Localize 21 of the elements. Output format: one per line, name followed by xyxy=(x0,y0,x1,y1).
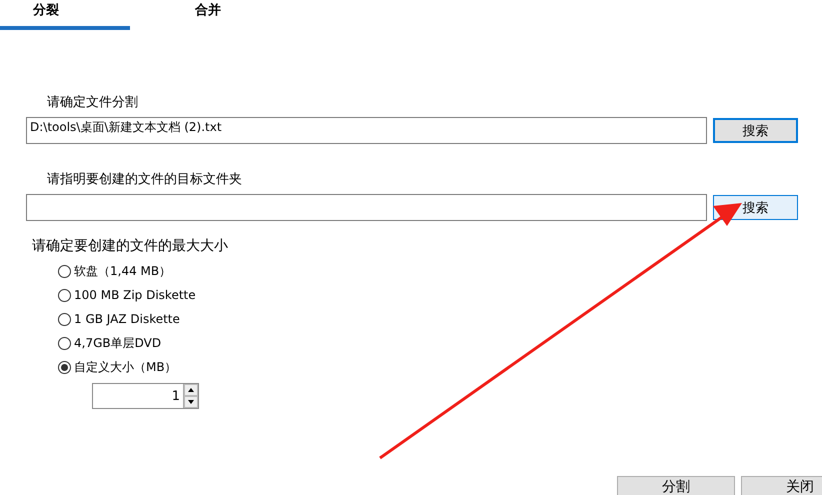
file-path-field[interactable]: D:\tools\桌面\新建文本文档 (2).txt xyxy=(26,117,707,144)
field-label: 请确定文件分割 xyxy=(47,94,138,111)
option-label[interactable]: 1 GB JAZ Diskette xyxy=(74,312,180,326)
radio-button[interactable] xyxy=(58,288,71,302)
option-label[interactable]: 4,7GB单层DVD xyxy=(74,334,162,352)
search-button[interactable]: 搜索 xyxy=(713,118,798,143)
option-label[interactable]: 自定义大小（MB） xyxy=(74,358,177,376)
folder-field[interactable] xyxy=(26,194,707,221)
option-label[interactable]: 软盘（1,44 MB） xyxy=(74,262,172,280)
field-label: 请指明要创建的文件的目标文件夹 xyxy=(47,171,242,188)
radio-button[interactable] xyxy=(58,264,71,278)
group-label: 请确定要创建的文件的最大大小 xyxy=(32,237,228,255)
option-label[interactable]: 100 MB Zip Diskette xyxy=(74,288,196,302)
size-spinner[interactable]: 1 xyxy=(92,383,199,409)
radio-button[interactable] xyxy=(58,360,71,374)
radio-button[interactable] xyxy=(58,312,71,326)
dialog-button[interactable]: 关闭 xyxy=(741,476,822,495)
tab[interactable]: 合并 xyxy=(130,0,260,30)
radio-button[interactable] xyxy=(58,336,71,350)
tab[interactable]: 分裂 xyxy=(0,0,130,30)
dialog-button[interactable]: 分割 xyxy=(617,476,735,495)
